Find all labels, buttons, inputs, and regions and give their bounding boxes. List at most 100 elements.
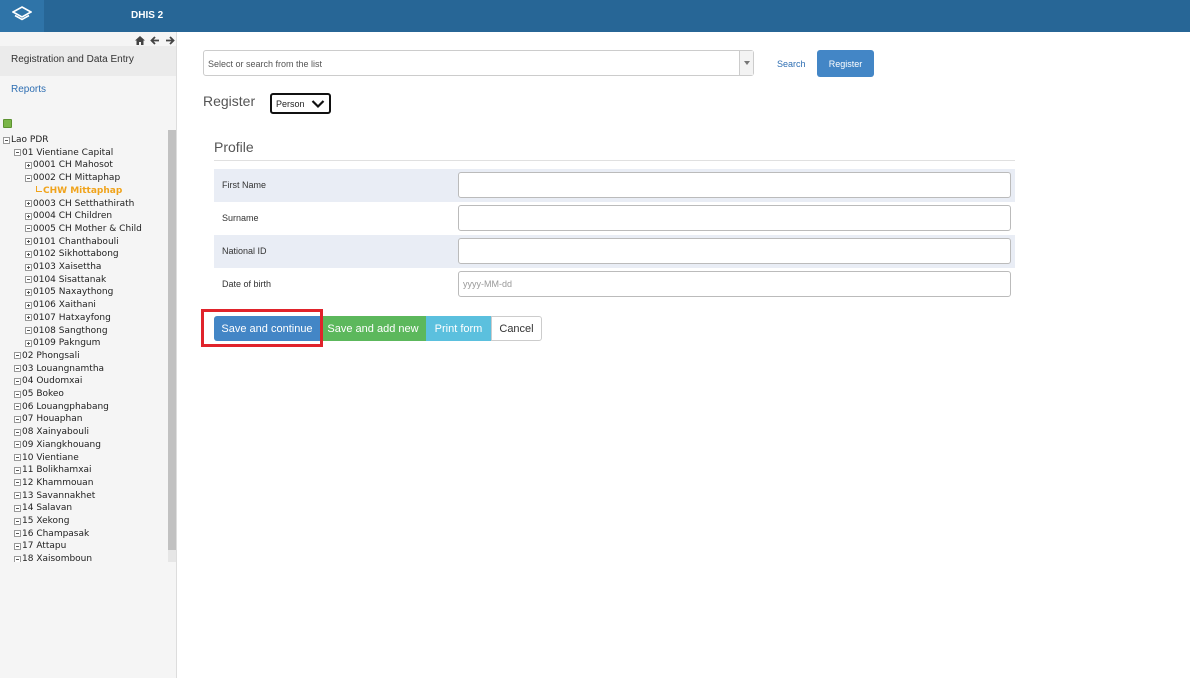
tree-node-label[interactable]: 14 Salavan [22,502,72,514]
arrow-right-icon[interactable] [164,35,175,46]
tree-node[interactable]: 09 Xiangkhouang [14,439,101,451]
collapse-icon[interactable] [14,504,21,512]
tree-node[interactable]: 04 Oudomxai [14,375,82,387]
tree-node[interactable]: 05 Bokeo [14,388,64,400]
collapse-icon[interactable] [14,530,21,538]
search-link[interactable]: Search [777,59,806,69]
tree-node[interactable]: 11 Bolikhamxai [14,464,92,476]
collapse-icon[interactable] [25,327,32,334]
tree-node[interactable]: 0003 CH Setthathirath [25,198,134,210]
tree-node[interactable]: 0108 Sangthong [25,325,108,337]
save-and-add-new-button[interactable]: Save and add new [320,316,426,341]
tree-node[interactable]: 0106 Xaithani [25,299,96,311]
search-select[interactable]: Select or search from the list [203,50,754,76]
tree-node[interactable]: 14 Salavan [14,502,72,514]
tree-node[interactable]: 12 Khammouan [14,477,93,489]
tree-node[interactable]: 08 Xainyabouli [14,426,89,438]
home-icon[interactable] [134,35,145,46]
tree-node[interactable]: 10 Vientiane [14,452,79,464]
tree-node-label[interactable]: 18 Xaisomboun [22,553,92,562]
menu-reports[interactable]: Reports [11,84,46,95]
collapse-icon[interactable] [14,403,21,411]
tree-node-label[interactable]: 07 Houaphan [22,413,82,425]
expand-icon[interactable] [25,161,32,169]
entity-type-select[interactable]: Person [270,93,331,114]
tree-node[interactable]: Lao PDR [3,134,49,146]
tree-node[interactable]: CHW Mittaphap [36,185,122,197]
arrow-left-icon[interactable] [149,35,160,46]
tree-node-label[interactable]: 01 Vientiane Capital [22,147,113,159]
dhis-logo[interactable] [0,0,44,32]
tree-node[interactable]: 0103 Xaisettha [25,261,101,273]
first-name-input[interactable] [458,172,1011,198]
collapse-icon[interactable] [14,492,21,500]
tree-node-label[interactable]: 0001 CH Mahosot [33,159,113,171]
print-form-button[interactable]: Print form [426,316,491,341]
tree-node-label[interactable]: 10 Vientiane [22,452,79,464]
expand-icon[interactable] [25,238,32,246]
collapse-icon[interactable] [25,276,32,284]
national-id-input[interactable] [458,238,1011,264]
register-button[interactable]: Register [817,50,874,77]
tree-node[interactable]: 03 Louangnamtha [14,363,104,375]
tree-node-label[interactable]: 0105 Naxaythong [33,286,113,298]
expand-icon[interactable] [25,250,32,258]
tree-node[interactable]: 07 Houaphan [14,413,82,425]
tree-node-label[interactable]: 12 Khammouan [22,477,93,489]
tree-node-label[interactable]: 05 Bokeo [22,388,64,400]
collapse-icon[interactable] [14,542,21,550]
tree-node[interactable]: 0005 CH Mother & Child [25,223,142,235]
tree-node-label[interactable]: 0005 CH Mother & Child [33,223,142,235]
collapse-icon[interactable] [14,454,21,461]
collapse-icon[interactable] [3,136,10,144]
tree-node-label[interactable]: 0108 Sangthong [33,325,108,337]
tree-node[interactable]: 15 Xekong [14,515,69,527]
tree-node[interactable]: 0107 Hatxayfong [25,312,111,324]
collapse-icon[interactable] [14,377,21,385]
tree-node-label[interactable]: 08 Xainyabouli [22,426,89,438]
expand-icon[interactable] [25,200,32,207]
tree-node[interactable]: 16 Champasak [14,528,89,540]
tree-node-label[interactable]: 0106 Xaithani [33,299,96,311]
tree-node-label[interactable]: 11 Bolikhamxai [22,464,92,476]
tree-node[interactable]: 0002 CH Mittaphap [25,172,120,184]
collapse-icon[interactable] [14,365,21,373]
collapse-icon[interactable] [14,441,21,449]
tree-node[interactable]: 0104 Sisattanak [25,274,106,286]
expand-icon[interactable] [25,314,32,322]
tree-node-label[interactable]: 15 Xekong [22,515,69,527]
tree-node-label[interactable]: CHW Mittaphap [43,185,122,197]
tree-node-label[interactable]: 16 Champasak [22,528,89,540]
tree-search-icon[interactable] [3,119,12,128]
collapse-icon[interactable] [14,428,21,436]
tree-node[interactable]: 0001 CH Mahosot [25,159,113,171]
tree-node[interactable]: 0109 Pakngum [25,337,100,349]
tree-node[interactable]: 02 Phongsali [14,350,80,362]
tree-node[interactable]: 0101 Chanthabouli [25,236,119,248]
collapse-icon[interactable] [14,149,21,157]
tree-node-label[interactable]: 0102 Sikhottabong [33,248,119,260]
tree-node-label[interactable]: 09 Xiangkhouang [22,439,101,451]
date-of-birth-input[interactable] [458,271,1011,297]
collapse-icon[interactable] [14,479,21,487]
tree-node[interactable]: 18 Xaisomboun [14,553,92,562]
collapse-icon[interactable] [25,174,32,182]
dropdown-arrow-icon[interactable] [739,51,753,75]
tree-node[interactable]: 0102 Sikhottabong [25,248,119,260]
tree-node-label[interactable]: 04 Oudomxai [22,375,82,387]
expand-icon[interactable] [25,288,32,296]
tree-node-label[interactable]: 0101 Chanthabouli [33,236,119,248]
expand-icon[interactable] [25,301,32,309]
tree-node[interactable]: 13 Savannakhet [14,490,95,502]
tree-node[interactable]: 17 Attapu [14,540,66,552]
tree-node[interactable]: 0105 Naxaythong [25,286,113,298]
cancel-button[interactable]: Cancel [491,316,542,341]
tree-node-label[interactable]: 0004 CH Children [33,210,112,222]
collapse-icon[interactable] [14,517,21,525]
expand-icon[interactable] [25,263,32,271]
collapse-icon[interactable] [14,390,21,398]
tree-node-label[interactable]: 0109 Pakngum [33,337,100,349]
collapse-icon[interactable] [25,225,32,233]
tree-node-label[interactable]: 0103 Xaisettha [33,261,101,273]
tree-node[interactable]: 01 Vientiane Capital [14,147,113,159]
